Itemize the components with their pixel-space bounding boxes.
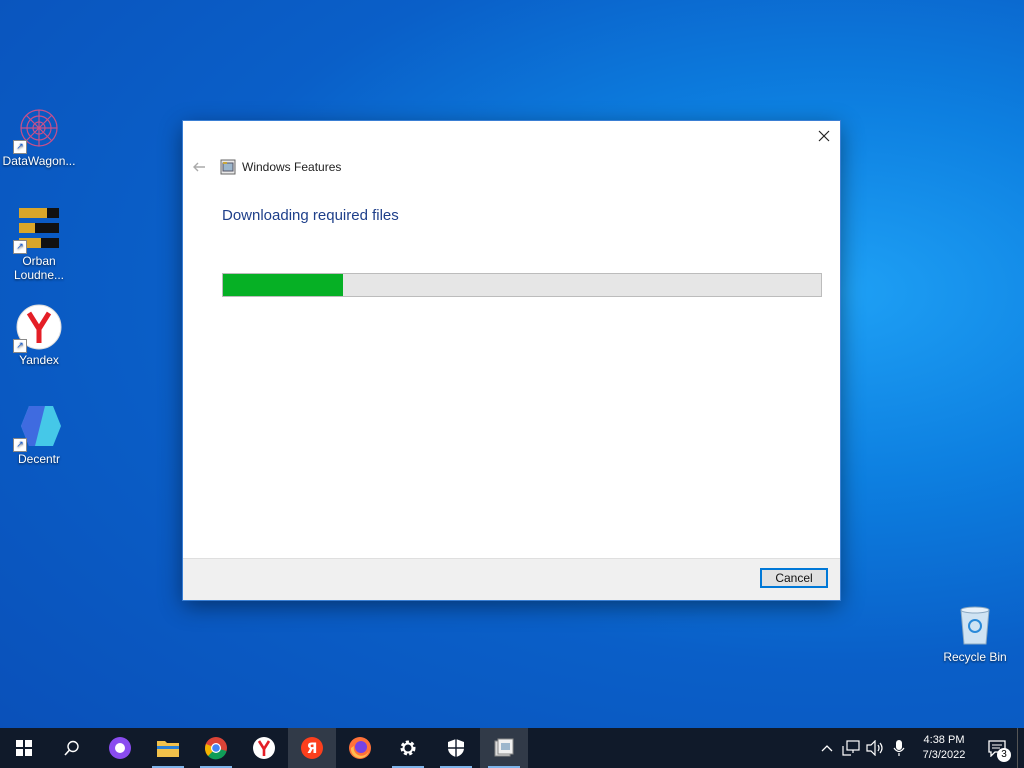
desktop-icon-datawagon[interactable]: ↗ DataWagon... bbox=[1, 104, 77, 168]
taskbar-settings[interactable] bbox=[384, 728, 432, 768]
desktop-icon-orban[interactable]: ↗ Orban Loudne... bbox=[1, 204, 77, 282]
show-hidden-icons-button[interactable] bbox=[815, 728, 839, 768]
taskbar-yandex[interactable]: Я bbox=[288, 728, 336, 768]
network-icon bbox=[842, 740, 860, 756]
windows-features-icon bbox=[494, 738, 514, 757]
chevron-up-icon bbox=[821, 745, 833, 752]
taskbar-alice[interactable] bbox=[96, 728, 144, 768]
notification-count-badge: 3 bbox=[997, 748, 1011, 762]
taskbar-clock[interactable]: 4:38 PM 7/3/2022 bbox=[911, 733, 977, 763]
clock-date: 7/3/2022 bbox=[922, 749, 966, 761]
settings-icon bbox=[400, 740, 416, 756]
windows-features-icon bbox=[220, 159, 236, 175]
desktop-icon-label: Yandex bbox=[19, 353, 59, 367]
download-progress-bar bbox=[222, 273, 822, 297]
yandex-browser-icon bbox=[253, 737, 275, 759]
close-button[interactable] bbox=[808, 121, 840, 151]
show-desktop-button[interactable] bbox=[1017, 728, 1024, 768]
recycle-bin-icon bbox=[951, 600, 999, 648]
svg-text:Я: Я bbox=[307, 741, 318, 757]
desktop-icon-label: Decentr bbox=[17, 452, 61, 466]
firefox-icon bbox=[349, 737, 371, 759]
back-arrow-icon bbox=[193, 162, 205, 172]
back-button[interactable] bbox=[191, 159, 207, 175]
file-explorer-icon bbox=[157, 741, 179, 757]
yandex-icon: Я bbox=[301, 737, 323, 759]
taskbar-firefox[interactable] bbox=[336, 728, 384, 768]
dialog-title: Windows Features bbox=[242, 160, 342, 174]
desktop-icon-recycle-bin[interactable]: Recycle Bin bbox=[937, 600, 1013, 664]
desktop-icon-label: Recycle Bin bbox=[943, 650, 1007, 664]
dialog-title-row: Windows Features bbox=[220, 159, 341, 175]
taskbar: Я 4:38 PM 7/3/2022 3 bbox=[0, 728, 1024, 768]
taskbar-security[interactable] bbox=[432, 728, 480, 768]
search-button[interactable] bbox=[48, 728, 96, 768]
desktop-icon-yandex[interactable]: ↗ Yandex bbox=[1, 303, 77, 367]
progress-fill bbox=[223, 274, 343, 296]
dialog-footer: Cancel bbox=[183, 558, 840, 600]
taskbar-windows-features[interactable] bbox=[480, 728, 528, 768]
close-icon bbox=[818, 130, 830, 142]
dialog-heading: Downloading required files bbox=[222, 207, 399, 224]
alice-icon bbox=[109, 737, 131, 759]
system-tray: 4:38 PM 7/3/2022 3 bbox=[815, 728, 1024, 768]
desktop-icon-label: DataWagon... bbox=[2, 154, 76, 168]
chrome-icon bbox=[205, 737, 227, 760]
yandex-browser-icon: ↗ bbox=[13, 303, 63, 353]
microphone-icon bbox=[893, 740, 905, 756]
decentr-icon: ↗ bbox=[13, 402, 63, 452]
clock-time: 4:38 PM bbox=[923, 734, 965, 746]
windows-logo-icon bbox=[16, 740, 32, 756]
cancel-button[interactable]: Cancel bbox=[760, 568, 828, 588]
desktop: ↗ DataWagon... ↗ Orban Loudne... ↗ Yande… bbox=[0, 0, 1024, 728]
microphone-button[interactable] bbox=[887, 728, 911, 768]
action-center-button[interactable]: 3 bbox=[977, 728, 1017, 768]
volume-button[interactable] bbox=[863, 728, 887, 768]
windows-features-dialog: Windows Features Downloading required fi… bbox=[183, 121, 840, 600]
desktop-icon-label: Orban Loudne... bbox=[13, 254, 65, 282]
start-button[interactable] bbox=[0, 728, 48, 768]
speaker-icon bbox=[866, 740, 883, 756]
search-icon bbox=[64, 740, 79, 756]
shield-icon bbox=[448, 739, 464, 757]
taskbar-yandex-browser[interactable] bbox=[240, 728, 288, 768]
orban-loudness-icon: ↗ bbox=[13, 204, 63, 254]
datawagon-icon: ↗ bbox=[13, 104, 63, 154]
taskbar-chrome[interactable] bbox=[192, 728, 240, 768]
network-button[interactable] bbox=[839, 728, 863, 768]
taskbar-file-explorer[interactable] bbox=[144, 728, 192, 768]
desktop-icon-decentr[interactable]: ↗ Decentr bbox=[1, 402, 77, 466]
